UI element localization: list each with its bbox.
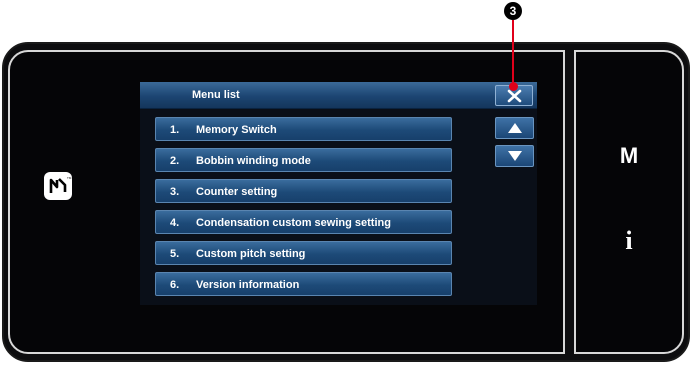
menu-list: 1. Memory Switch 2. Bobbin winding mode … xyxy=(155,117,452,303)
callout-pointer-dot xyxy=(509,82,518,91)
triangle-up-icon xyxy=(508,123,522,133)
menu-item-label: Condensation custom sewing setting xyxy=(196,217,391,229)
scroll-up-button[interactable] xyxy=(495,117,534,139)
menu-item-bobbin-winding-mode[interactable]: 2. Bobbin winding mode xyxy=(155,148,452,172)
svg-text:TM: TM xyxy=(67,176,72,180)
menu-item-custom-pitch-setting[interactable]: 5. Custom pitch setting xyxy=(155,241,452,265)
m-key[interactable]: M xyxy=(609,143,649,169)
nfc-icon: TM xyxy=(44,172,72,200)
close-icon xyxy=(507,89,522,103)
menu-item-number: 2. xyxy=(170,155,180,167)
menu-item-label: Memory Switch xyxy=(196,124,277,136)
menu-item-number: 5. xyxy=(170,248,180,260)
menu-item-label: Custom pitch setting xyxy=(196,248,306,260)
triangle-down-icon xyxy=(508,151,522,161)
window-title: Menu list xyxy=(192,89,240,101)
callout-leader-line xyxy=(512,20,514,85)
menu-item-number: 4. xyxy=(170,217,180,229)
menu-item-memory-switch[interactable]: 1. Memory Switch xyxy=(155,117,452,141)
menu-item-label: Counter setting xyxy=(196,186,278,198)
menu-screen: Menu list 1. Memory Switch 2. Bobbin win… xyxy=(140,82,537,305)
menu-item-number: 1. xyxy=(170,124,180,136)
scroll-down-button[interactable] xyxy=(495,145,534,167)
menu-item-condensation-custom-sewing[interactable]: 4. Condensation custom sewing setting xyxy=(155,210,452,234)
callout-number-badge: 3 xyxy=(504,2,522,20)
side-key-panel xyxy=(574,50,684,354)
title-bar: Menu list xyxy=(140,82,537,109)
menu-item-version-information[interactable]: 6. Version information xyxy=(155,272,452,296)
menu-item-label: Bobbin winding mode xyxy=(196,155,311,167)
menu-item-counter-setting[interactable]: 3. Counter setting xyxy=(155,179,452,203)
menu-item-number: 3. xyxy=(170,186,180,198)
menu-item-label: Version information xyxy=(196,279,300,291)
menu-item-number: 6. xyxy=(170,279,180,291)
info-key[interactable]: i xyxy=(609,226,649,256)
